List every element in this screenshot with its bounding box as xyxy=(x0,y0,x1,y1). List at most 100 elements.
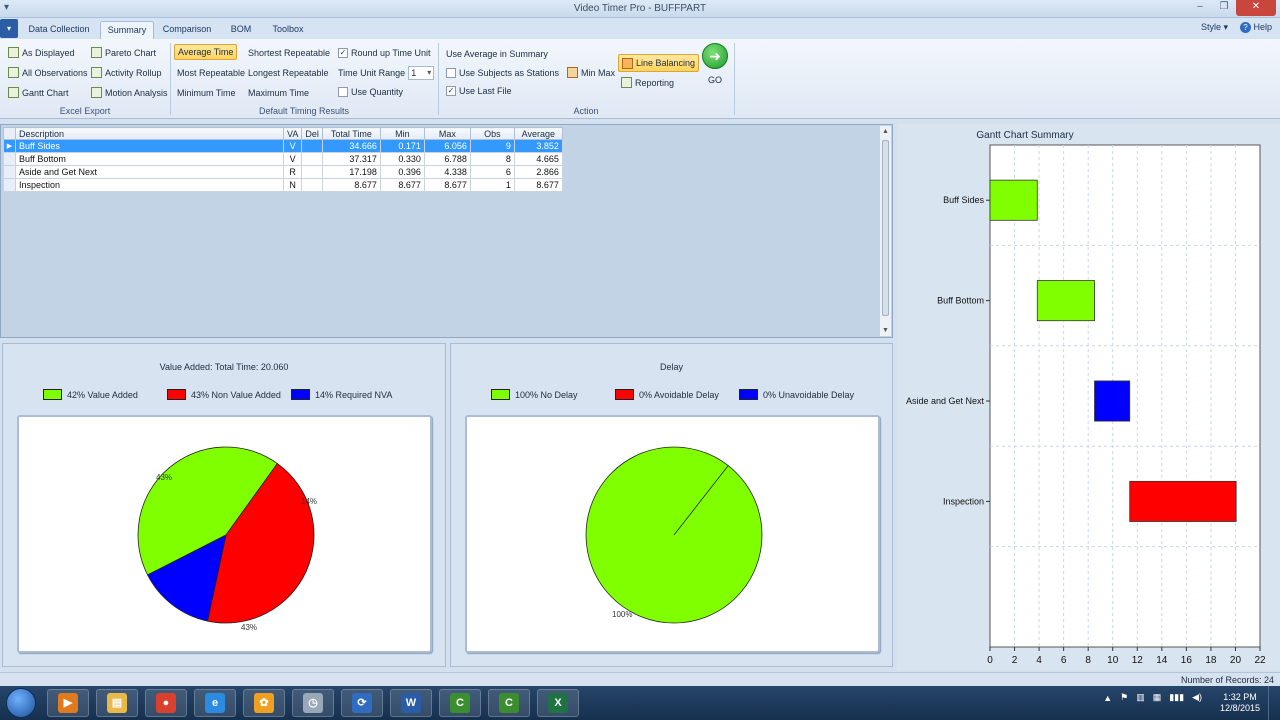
cell-total-time[interactable]: 37.317 xyxy=(321,152,381,166)
cell-del[interactable] xyxy=(301,165,323,179)
most-repeatable-button[interactable]: Most Repeatable xyxy=(177,65,245,80)
tab-data-collection[interactable]: Data Collection xyxy=(24,21,94,39)
cell-min[interactable]: 0.396 xyxy=(379,165,425,179)
column-header-max[interactable]: Max xyxy=(423,127,471,140)
scrollbar-thumb[interactable] xyxy=(882,140,889,316)
cell-obs[interactable]: 6 xyxy=(469,165,515,179)
table-row[interactable]: Aside and Get Next R 17.198 0.396 4.338 … xyxy=(3,165,563,179)
grid-vertical-scrollbar[interactable]: ▲ ▼ xyxy=(879,126,891,336)
tray-icon[interactable]: ▲ xyxy=(1103,693,1112,703)
round-up-time-unit-checkbox[interactable]: ✓ Round up Time Unit xyxy=(338,45,431,60)
tray-icon[interactable]: ▮▮▮ xyxy=(1169,692,1184,703)
cell-va[interactable]: N xyxy=(282,178,303,192)
scroll-up-icon[interactable]: ▲ xyxy=(882,128,889,135)
style-menu[interactable]: Style ▾ xyxy=(1201,22,1228,33)
reporting-button[interactable]: Reporting xyxy=(621,75,674,90)
taskbar-excel[interactable]: X xyxy=(537,689,579,717)
use-subjects-as-stations-checkbox[interactable]: Use Subjects as Stations xyxy=(446,65,559,80)
cell-obs[interactable]: 1 xyxy=(469,178,515,192)
tab-comparison[interactable]: Comparison xyxy=(160,21,214,39)
close-button[interactable]: ✕ xyxy=(1236,0,1276,16)
cell-total-time[interactable]: 34.666 xyxy=(321,139,381,153)
table-row[interactable]: Inspection N 8.677 8.677 8.677 1 8.677 xyxy=(3,178,563,192)
all-observations-button[interactable]: All Observations xyxy=(8,65,88,80)
table-row[interactable]: ▶ Buff Sides V 34.666 0.171 6.056 9 3.85… xyxy=(3,139,563,153)
cell-obs[interactable]: 9 xyxy=(469,139,515,153)
tray-icon[interactable]: ▦ xyxy=(1153,692,1162,703)
taskbar-camtasia-2[interactable]: C xyxy=(488,689,530,717)
cell-max[interactable]: 6.056 xyxy=(423,139,471,153)
cell-min[interactable]: 0.330 xyxy=(379,152,425,166)
minimize-button[interactable]: – xyxy=(1188,0,1212,16)
cell-min[interactable]: 8.677 xyxy=(379,178,425,192)
cell-average[interactable]: 2.866 xyxy=(513,165,563,179)
cell-description[interactable]: Inspection xyxy=(15,178,284,192)
cell-va[interactable]: V xyxy=(282,152,303,166)
cell-total-time[interactable]: 17.198 xyxy=(321,165,381,179)
table-row[interactable]: Buff Bottom V 37.317 0.330 6.788 8 4.665 xyxy=(3,152,563,166)
min-max-button[interactable]: Min Max xyxy=(567,65,615,80)
taskbar-sync-app[interactable]: ⟳ xyxy=(341,689,383,717)
tab-bom[interactable]: BOM xyxy=(222,21,260,39)
taskbar-file-explorer[interactable]: ▤ xyxy=(96,689,138,717)
longest-repeatable-button[interactable]: Longest Repeatable xyxy=(248,65,329,80)
tab-toolbox[interactable]: Toolbox xyxy=(266,21,310,39)
cell-max[interactable]: 4.338 xyxy=(423,165,471,179)
cell-description[interactable]: Buff Bottom xyxy=(15,152,284,166)
as-displayed-button[interactable]: As Displayed xyxy=(8,45,75,60)
column-header-description[interactable]: Description xyxy=(15,127,284,140)
cell-del[interactable] xyxy=(301,152,323,166)
scroll-down-icon[interactable]: ▼ xyxy=(882,327,889,334)
taskbar-flower-app[interactable]: ✿ xyxy=(243,689,285,717)
column-header-va[interactable]: VA xyxy=(282,127,303,140)
column-header-total-time[interactable]: Total Time xyxy=(321,127,381,140)
help-button[interactable]: ? Help xyxy=(1239,22,1272,33)
cell-max[interactable]: 8.677 xyxy=(423,178,471,192)
cell-average[interactable]: 3.852 xyxy=(513,139,563,153)
go-button-label[interactable]: GO xyxy=(708,72,722,87)
cell-max[interactable]: 6.788 xyxy=(423,152,471,166)
activity-rollup-button[interactable]: Activity Rollup xyxy=(91,65,162,80)
minimum-time-button[interactable]: Minimum Time xyxy=(177,85,236,100)
maximum-time-button[interactable]: Maximum Time xyxy=(248,85,309,100)
pareto-chart-button[interactable]: Pareto Chart xyxy=(91,45,156,60)
taskbar-word[interactable]: W xyxy=(390,689,432,717)
shortest-repeatable-button[interactable]: Shortest Repeatable xyxy=(248,45,330,60)
go-arrow-icon[interactable]: ➜ xyxy=(702,43,728,69)
average-time-button[interactable]: Average Time xyxy=(174,44,238,60)
maximize-button[interactable]: ❐ xyxy=(1212,0,1236,16)
cell-obs[interactable]: 8 xyxy=(469,152,515,166)
taskbar-media-player[interactable]: ▶ xyxy=(47,689,89,717)
taskbar-camtasia-1[interactable]: C xyxy=(439,689,481,717)
column-header-del[interactable]: Del xyxy=(301,127,323,140)
app-menu-button[interactable]: ▾ xyxy=(0,19,18,38)
taskbar-video-timer[interactable]: ◷ xyxy=(292,689,334,717)
time-unit-range-select[interactable]: 1 xyxy=(408,65,435,80)
cell-va[interactable]: R xyxy=(282,165,303,179)
cell-del[interactable] xyxy=(301,139,323,153)
gantt-chart-export-button[interactable]: Gantt Chart xyxy=(8,85,69,100)
clock[interactable]: 1:32 PM 12/8/2015 xyxy=(1220,692,1260,714)
tray-icon[interactable]: ▥ xyxy=(1136,692,1145,703)
cell-va[interactable]: V xyxy=(282,139,303,153)
cell-del[interactable] xyxy=(301,178,323,192)
tray-icon[interactable]: ⚑ xyxy=(1120,692,1128,703)
line-balancing-button[interactable]: Line Balancing xyxy=(618,54,700,72)
cell-average[interactable]: 4.665 xyxy=(513,152,563,166)
cell-description[interactable]: Aside and Get Next xyxy=(15,165,284,179)
cell-total-time[interactable]: 8.677 xyxy=(321,178,381,192)
use-average-in-summary-button[interactable]: Use Average in Summary xyxy=(446,46,548,61)
column-header-average[interactable]: Average xyxy=(513,127,563,140)
cell-average[interactable]: 8.677 xyxy=(513,178,563,192)
use-quantity-checkbox[interactable]: Use Quantity xyxy=(338,84,403,99)
column-header-obs[interactable]: Obs xyxy=(469,127,515,140)
taskbar-chrome[interactable]: ● xyxy=(145,689,187,717)
taskbar-internet-explorer[interactable]: e xyxy=(194,689,236,717)
tab-summary[interactable]: Summary xyxy=(100,21,154,39)
cell-description[interactable]: Buff Sides xyxy=(15,139,284,153)
column-header-min[interactable]: Min xyxy=(379,127,425,140)
use-last-file-checkbox[interactable]: ✓ Use Last File xyxy=(446,83,512,98)
start-button[interactable] xyxy=(6,688,36,718)
show-desktop-button[interactable] xyxy=(1268,686,1280,720)
motion-analysis-button[interactable]: Motion Analysis xyxy=(91,85,168,100)
